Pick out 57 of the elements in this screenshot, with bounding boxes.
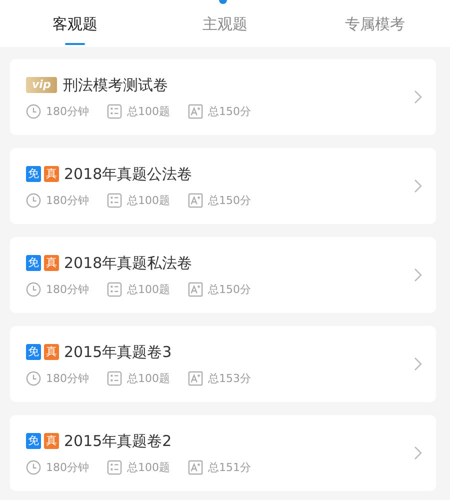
score-icon [188, 282, 203, 296]
list-icon [107, 282, 122, 296]
tag: 真 [44, 433, 59, 449]
exam-title: 2015年真题卷2 [64, 432, 172, 450]
tag: vip [26, 77, 57, 93]
total-score: 总153分 [208, 370, 251, 386]
score-icon [188, 104, 203, 118]
duration-text: 180分钟 [46, 192, 89, 208]
list-icon [107, 460, 122, 474]
question-count: 总100题 [127, 282, 170, 296]
tag: 免 [26, 166, 41, 182]
total-score: 总150分 [208, 104, 251, 118]
total-score: 总150分 [208, 192, 251, 208]
chevron-icon [414, 179, 422, 193]
chevron-icon [414, 357, 422, 371]
duration-text: 180分钟 [46, 370, 89, 386]
question-count: 总100题 [127, 370, 170, 386]
clock-icon [26, 282, 41, 296]
exam-card[interactable]: vip 刑法模考测试卷 180分钟 总100题 总150分 [10, 59, 436, 135]
score-icon [188, 370, 203, 386]
question-count: 总100题 [127, 104, 170, 118]
score-icon [188, 192, 203, 208]
tab[interactable]: 主观题 [150, 0, 300, 47]
chevron-icon [414, 268, 422, 282]
duration-text: 180分钟 [46, 282, 89, 296]
exam-title: 刑法模考测试卷 [62, 76, 168, 94]
duration-text: 180分钟 [46, 104, 89, 118]
tag: 免 [26, 433, 41, 449]
tag: 真 [44, 344, 59, 360]
tab[interactable]: 专属模考 [300, 0, 450, 47]
exam-card[interactable]: 免 真 2018年真题公法卷 180分钟 总100题 总150分 [10, 148, 436, 224]
score-icon [188, 460, 203, 474]
total-score: 总151分 [208, 460, 251, 474]
tag: 免 [26, 344, 41, 360]
total-score: 总150分 [208, 282, 251, 296]
duration-text: 180分钟 [46, 460, 89, 474]
clock-icon [26, 370, 41, 386]
exam-card[interactable]: 免 真 2015年真题卷3 180分钟 总100题 总153分 [10, 326, 436, 402]
tag: 免 [26, 255, 41, 271]
chevron-icon [414, 90, 422, 104]
exam-title: 2018年真题私法卷 [64, 254, 192, 272]
clock-icon [26, 460, 41, 474]
exam-title: 2015年真题卷3 [64, 342, 172, 362]
list-icon [107, 370, 122, 386]
tag: 真 [44, 255, 59, 271]
list-icon [107, 192, 122, 208]
exam-card[interactable]: 免 真 2015年真题卷2 180分钟 总100题 总151分 [10, 415, 436, 491]
question-count: 总100题 [127, 460, 170, 474]
exam-card[interactable]: 免 真 2018年真题私法卷 180分钟 总100题 总150分 [10, 237, 436, 313]
tab[interactable]: 客观题 [0, 0, 150, 47]
clock-icon [26, 104, 41, 118]
question-count: 总100题 [127, 192, 170, 208]
chevron-icon [414, 446, 422, 460]
tag: 真 [44, 166, 59, 182]
exam-title: 2018年真题公法卷 [64, 164, 192, 184]
clock-icon [26, 192, 41, 208]
list-icon [107, 104, 122, 118]
